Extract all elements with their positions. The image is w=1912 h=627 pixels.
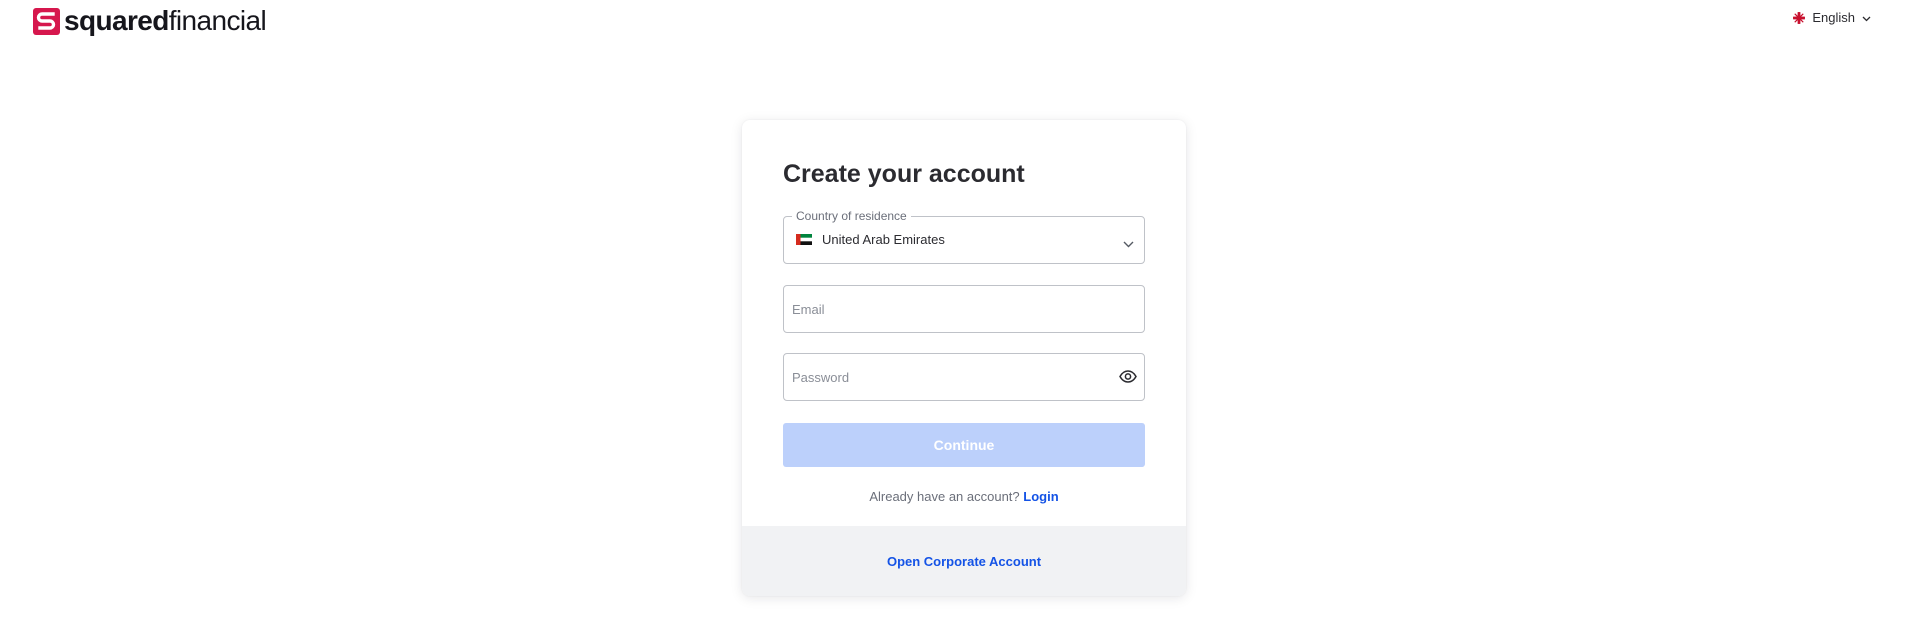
card-footer: Open Corporate Account — [742, 526, 1186, 596]
signup-page: squaredfinancial English Create your acc… — [0, 0, 1912, 627]
logo-wordmark: squaredfinancial — [64, 5, 267, 36]
password-placeholder: Password — [792, 370, 850, 385]
email-field[interactable]: Email — [783, 285, 1145, 333]
country-value: United Arab Emirates — [796, 232, 945, 247]
continue-button[interactable]: Continue — [783, 423, 1145, 467]
signup-card: Create your account Country of residence… — [742, 120, 1186, 596]
brand-logo[interactable]: squaredfinancial — [33, 5, 267, 36]
login-link[interactable]: Login — [1023, 489, 1058, 504]
country-label: Country of residence — [792, 209, 911, 223]
login-prompt: Already have an account? — [869, 489, 1020, 504]
logo-mark-icon — [33, 7, 60, 35]
password-field[interactable]: Password — [783, 353, 1145, 401]
open-corporate-account-link[interactable]: Open Corporate Account — [887, 554, 1041, 569]
country-select[interactable]: Country of residence United Arab Emirate… — [783, 209, 1145, 264]
eye-icon[interactable] — [1119, 370, 1137, 388]
uk-flag-icon — [1793, 11, 1806, 24]
chevron-down-icon — [1123, 235, 1134, 253]
login-prompt-line: Already have an account? Login — [742, 489, 1186, 504]
page-title: Create your account — [783, 160, 1025, 188]
logo-word-light: financial — [168, 5, 267, 36]
language-selector[interactable]: English — [1793, 10, 1871, 25]
logo-word-bold: squared — [64, 5, 169, 36]
country-name: United Arab Emirates — [822, 232, 945, 247]
chevron-down-icon — [1862, 10, 1871, 25]
uae-flag-icon — [796, 234, 812, 245]
email-placeholder: Email — [792, 302, 825, 317]
language-label: English — [1812, 10, 1855, 25]
